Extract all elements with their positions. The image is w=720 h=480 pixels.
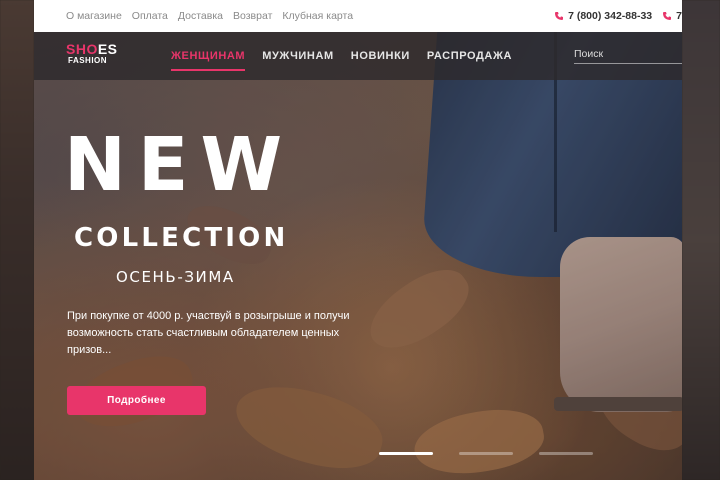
topbar-link-delivery[interactable]: Доставка: [178, 10, 223, 22]
more-button[interactable]: Подробнее: [67, 386, 206, 415]
logo-accent: SHO: [66, 41, 98, 57]
background-blur-right: [682, 0, 720, 480]
topbar-link-club-card[interactable]: Клубная карта: [282, 10, 353, 22]
search-box: [574, 44, 682, 64]
hero-subheadline: COLLECTION: [74, 223, 289, 253]
nav-menu: ЖЕНЩИНАМ МУЖЧИНАМ НОВИНКИ РАСПРОДАЖА: [171, 32, 529, 80]
hero-headline: NEW: [64, 122, 295, 208]
main-nav-bar: SHOES FASHION ЖЕНЩИНАМ МУЖЧИНАМ НОВИНКИ …: [34, 32, 682, 80]
topbar-link-about[interactable]: О магазине: [66, 10, 122, 22]
phone-secondary[interactable]: 7: [662, 10, 682, 22]
logo-rest: ES: [97, 41, 118, 57]
slider-pagination: [379, 452, 619, 455]
topbar-link-return[interactable]: Возврат: [233, 10, 272, 22]
logo[interactable]: SHOES FASHION: [66, 42, 118, 65]
nav-item-new[interactable]: НОВИНКИ: [351, 50, 410, 62]
phone-icon: [555, 12, 564, 20]
hero-promo-text: При покупке от 4000 р. участвуй в розыгр…: [67, 310, 350, 356]
slider-dot[interactable]: [459, 452, 513, 455]
topbar-link-payment[interactable]: Оплата: [132, 10, 168, 22]
phone-icon: [663, 12, 672, 20]
search-input[interactable]: [574, 44, 682, 64]
slider-dot[interactable]: [539, 452, 593, 455]
logo-subtitle: FASHION: [68, 56, 108, 65]
background-blur-left: [0, 0, 34, 480]
nav-item-sale[interactable]: РАСПРОДАЖА: [427, 50, 512, 62]
nav-item-men[interactable]: МУЖЧИНАМ: [262, 50, 334, 62]
landing-page: О магазине Оплата Доставка Возврат Клубн…: [34, 0, 682, 480]
phone-numbers: 7 (800) 342-88-33 7: [544, 0, 682, 32]
phone-primary[interactable]: 7 (800) 342-88-33: [554, 10, 652, 22]
hero-season: ОСЕНЬ-ЗИМА: [116, 268, 235, 286]
logo-text: SHOES: [66, 42, 118, 56]
top-utility-bar: О магазине Оплата Доставка Возврат Клубн…: [34, 0, 682, 32]
nav-item-women[interactable]: ЖЕНЩИНАМ: [171, 50, 246, 71]
phone-primary-text: 7 (800) 342-88-33: [568, 10, 653, 22]
phone-secondary-text: 7: [676, 10, 682, 22]
slider-dot[interactable]: [379, 452, 433, 455]
